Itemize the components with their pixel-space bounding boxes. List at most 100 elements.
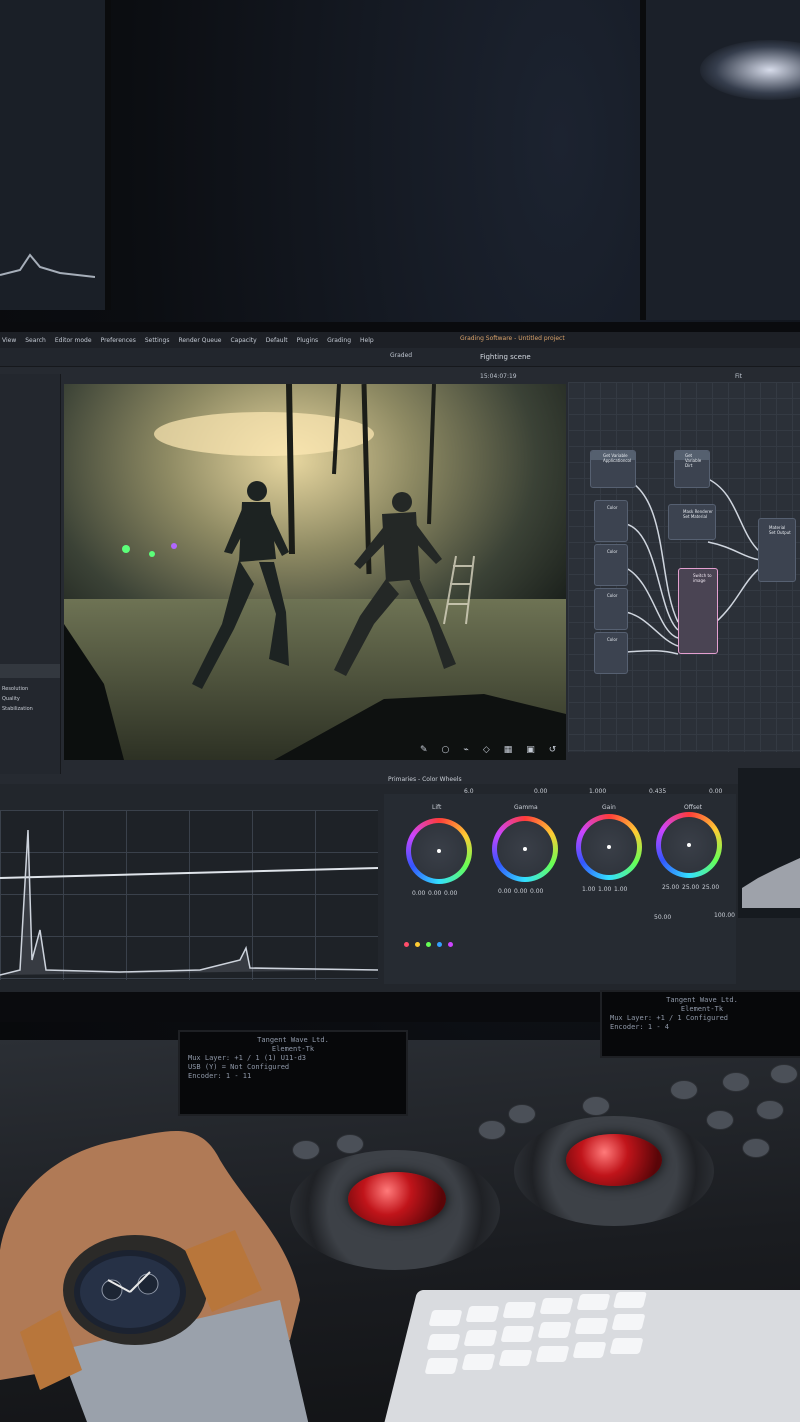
saturation-value[interactable]: 50.00 [654, 914, 671, 921]
contrast-value[interactable]: 1.000 [589, 788, 606, 795]
histogram-scope [0, 810, 379, 980]
viewer-toolbar: Graded 15:04:07:19 Fit [0, 348, 800, 380]
mid-detail-value[interactable]: 0.00 [709, 788, 722, 795]
lum-mix-value[interactable]: 100.00 [714, 912, 735, 919]
pencil-icon[interactable]: ✎ [420, 745, 428, 755]
panel-button[interactable] [742, 1138, 770, 1158]
viewer-timecode: 15:04:07:19 [480, 373, 517, 380]
viewer-mode-select[interactable]: Graded [390, 352, 412, 359]
node-color[interactable]: Color [594, 500, 628, 542]
left-panel-item[interactable]: Stabilization [2, 706, 33, 712]
panel-button[interactable] [770, 1064, 798, 1084]
wheel-value: 0.00 [514, 888, 528, 895]
node-color[interactable]: Color [594, 588, 628, 630]
wheel-value: 1.00 [598, 886, 612, 893]
node-color[interactable]: Color [594, 544, 628, 586]
keyboard[interactable] [382, 1290, 800, 1422]
red-dot-icon [404, 942, 409, 947]
circle-icon[interactable]: ○ [442, 745, 450, 755]
panel-button[interactable] [670, 1080, 698, 1100]
left-panel-item[interactable]: Quality [2, 696, 20, 702]
menu-item[interactable]: Capacity [230, 337, 256, 344]
lcd-line: Mux Layer: +1 / 1 (1) U11-d3 [188, 1054, 307, 1062]
panel-button[interactable] [722, 1072, 750, 1092]
grid-icon[interactable]: ▦ [504, 745, 513, 755]
wheel-value: 0.00 [412, 890, 426, 897]
viewer-zoom-select[interactable]: Fit [735, 373, 742, 380]
lcd-display-right: Tangent Wave Ltd. Element-Tk Mux Layer: … [600, 990, 800, 1058]
wheel-label-lift: Lift [432, 804, 442, 811]
hand-with-watch [0, 1131, 309, 1422]
menu-item[interactable]: Default [266, 337, 288, 344]
node-mask-renderer[interactable]: Mask Renderer Set Material [668, 504, 716, 540]
node-material-output[interactable]: Material Set Output [758, 518, 796, 582]
eyedropper-icon[interactable]: ⌁ [463, 745, 468, 755]
lcd-line: Element-Tk [271, 1045, 315, 1053]
histogram-trace [0, 829, 379, 976]
panel-button[interactable] [582, 1096, 610, 1116]
panel-button[interactable] [336, 1134, 364, 1154]
menu-item[interactable]: Editor mode [55, 337, 92, 344]
node-get-variable-dirt[interactable]: Get Variable Dirt [674, 450, 710, 488]
tint-value[interactable]: 0.00 [534, 788, 547, 795]
offset-wheel-handle[interactable] [687, 843, 691, 847]
wheel-value: 0.00 [444, 890, 458, 897]
pivot-value[interactable]: 0.435 [649, 788, 666, 795]
curve-icon[interactable]: ↺ [549, 745, 557, 755]
blue-dot-icon [437, 942, 442, 947]
background-monitor-left [0, 0, 111, 310]
panel-button[interactable] [478, 1120, 506, 1140]
gamma-wheel-handle[interactable] [523, 847, 527, 851]
lcd-line: Encoder: 1 - 4 [610, 1023, 670, 1031]
green-dot-icon [426, 942, 431, 947]
menu-item[interactable]: View [2, 337, 16, 344]
yellow-dot-icon [415, 942, 420, 947]
lcd-line: Mux Layer: +1 / 1 Configured [610, 1014, 729, 1022]
menu-item[interactable]: Settings [145, 337, 170, 344]
left-panel-item[interactable]: Resolution [2, 686, 28, 692]
wheel-value: 0.00 [530, 888, 544, 895]
video-viewer[interactable] [64, 384, 566, 760]
purple-dot-icon [448, 942, 453, 947]
viewer-tool-strip: ✎ ○ ⌁ ◇ ▦ ▣ ↺ [380, 740, 700, 760]
trackball-left[interactable] [348, 1172, 446, 1226]
menu-item[interactable]: Plugins [297, 337, 319, 344]
color-wheels-panel: Primaries - Color Wheels 6.0 0.00 1.000 … [384, 776, 736, 984]
menu-item[interactable]: Preferences [101, 337, 136, 344]
node-get-variable[interactable]: Get Variable Applicationcol [590, 450, 636, 488]
scope-panel-right [738, 768, 800, 918]
wheel-value: 0.00 [428, 890, 442, 897]
lift-wheel-handle[interactable] [437, 849, 441, 853]
trackball-right[interactable] [566, 1134, 662, 1186]
menu-item[interactable]: Search [25, 337, 46, 344]
wheel-value: 25.00 [682, 884, 700, 891]
node-color[interactable]: Color [594, 632, 628, 674]
node-switch-to-image[interactable]: Switch to image [678, 568, 718, 654]
gain-wheel-handle[interactable] [607, 845, 611, 849]
wheel-value: 25.00 [662, 884, 680, 891]
panel-button[interactable] [756, 1100, 784, 1120]
temp-value[interactable]: 6.0 [464, 788, 474, 795]
menu-item[interactable]: Help [360, 337, 374, 344]
wheel-label-gain: Gain [602, 804, 616, 811]
lcd-line: Tangent Wave Ltd. [666, 996, 738, 1004]
color-dot-row [404, 942, 453, 947]
node-icon[interactable]: ◇ [483, 745, 490, 755]
left-panel: Resolution Quality Stabilization [0, 374, 61, 774]
menu-item[interactable]: Grading [327, 337, 351, 344]
waveform-left [0, 253, 95, 278]
project-title: Grading Software - Untitled project [460, 335, 565, 342]
fight-scene-frame [64, 384, 566, 760]
panel-button[interactable] [706, 1110, 734, 1130]
frame-icon[interactable]: ▣ [526, 745, 535, 755]
wheel-label-gamma: Gamma [514, 804, 538, 811]
scope-trace-right [742, 858, 800, 908]
wheel-value: 25.00 [702, 884, 720, 891]
panel-button[interactable] [508, 1104, 536, 1124]
viewer-title: Fighting scene [480, 353, 531, 361]
node-graph[interactable]: Get Variable Applicationcol Get Variable… [568, 382, 800, 752]
lcd-line: Element-Tk [680, 1005, 724, 1013]
menu-bar: View Search Editor mode Preferences Sett… [0, 332, 800, 348]
menu-item[interactable]: Render Queue [178, 337, 221, 344]
lcd-line: Encoder: 1 - 11 [188, 1072, 252, 1080]
